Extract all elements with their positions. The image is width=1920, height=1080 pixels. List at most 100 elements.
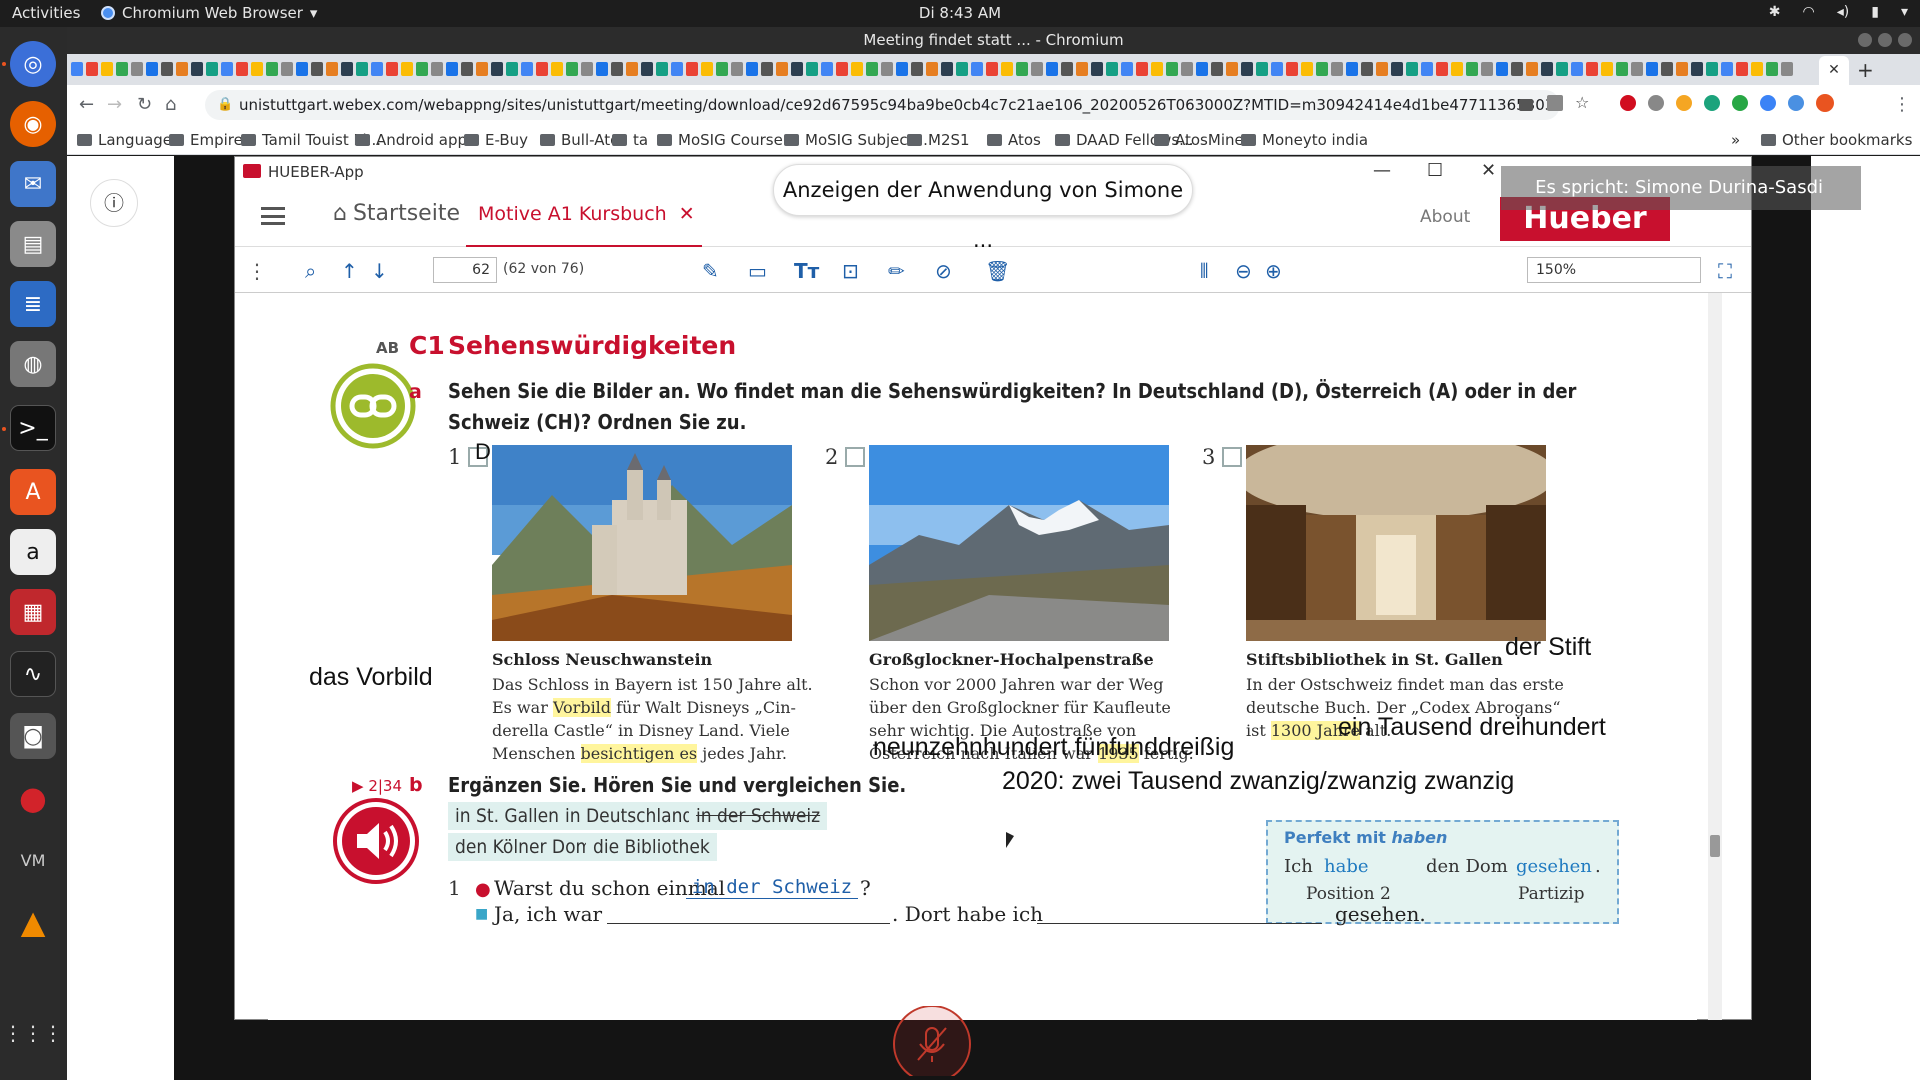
pdf-scrollbar[interactable] [1708,293,1722,1020]
word-chip-used[interactable]: in der Schweiz [689,802,828,830]
tab-favicon[interactable] [1166,62,1178,76]
tab-favicon[interactable] [761,62,773,76]
tab-favicon[interactable] [1136,62,1148,76]
tab-favicon[interactable] [281,62,293,76]
tab-favicon[interactable] [1241,62,1253,76]
tab-favicon[interactable] [1526,62,1538,76]
bookmark-item[interactable]: AtosMine [1154,131,1244,149]
address-bar[interactable]: 🔒 unistuttgart.webex.com/webappng/sites/… [205,90,1560,120]
activities-button[interactable]: Activities [12,4,80,22]
menu-kebab-icon[interactable]: ⋮ [1893,94,1911,115]
tab-favicon[interactable] [1286,62,1298,76]
bookmark-item[interactable]: E-Buy [464,131,528,149]
tab-favicon[interactable] [266,62,278,76]
tab-favicon[interactable] [476,62,488,76]
profile-avatar[interactable] [1816,94,1834,112]
chromium-dock-icon[interactable]: ◎ [10,41,56,87]
tab-favicon[interactable] [386,62,398,76]
zoom-level-input[interactable]: 150% [1527,257,1701,283]
tab-favicon[interactable] [1496,62,1508,76]
tab-favicon[interactable] [851,62,863,76]
minimize-button[interactable]: — [1373,160,1391,181]
tab-favicon[interactable] [1766,62,1778,76]
tab-favicon[interactable] [251,62,263,76]
tab-favicon[interactable] [1181,62,1193,76]
bookmark-item[interactable]: Moneyto india [1241,131,1368,149]
tab-favicon[interactable] [326,62,338,76]
tab-favicon[interactable] [1106,62,1118,76]
more-vertical-icon[interactable]: ⋮ [247,259,267,283]
maximize-button[interactable] [1878,33,1892,47]
tab-favicon[interactable] [71,62,83,76]
tab-favicon[interactable] [1541,62,1553,76]
show-apps-icon[interactable]: ⋮⋮⋮ [3,1010,63,1056]
grammarly-icon[interactable] [1732,95,1748,111]
bookmark-item[interactable]: Atos [987,131,1041,149]
arrow-up-icon[interactable]: ↑ [341,259,358,283]
mute-microphone-icon[interactable] [892,1006,972,1076]
info-icon[interactable]: ⓘ [90,179,138,227]
tab-favicon[interactable] [1271,62,1283,76]
files-icon[interactable]: ▤ [10,221,56,267]
zoom-out-icon[interactable]: ⊖ [1235,259,1252,283]
tab-favicon[interactable] [656,62,668,76]
bookmark-item[interactable]: MoSIG Course... [657,131,797,149]
tab-favicon[interactable] [341,62,353,76]
tab-favicon[interactable] [1556,62,1568,76]
tab-favicon[interactable] [596,62,608,76]
tab-favicon[interactable] [506,62,518,76]
answer-blank[interactable] [1037,923,1322,924]
tab-favicon[interactable] [356,62,368,76]
tab-favicon[interactable] [1571,62,1583,76]
vlc-icon[interactable]: ▲ [10,899,56,945]
tab-favicon[interactable] [881,62,893,76]
word-chip[interactable]: die Bibliothek [586,833,717,861]
back-icon[interactable]: ← [79,94,94,115]
wifi-icon[interactable]: ◠ [1803,4,1815,20]
fullscreen-icon[interactable]: ⛶ [1718,259,1732,283]
thunderbird-icon[interactable]: ✉ [10,161,56,207]
text-box-icon[interactable]: ⊡ [842,259,859,283]
install-icon[interactable] [1519,99,1533,111]
tab-favicon[interactable] [1721,62,1733,76]
tab-favicon[interactable] [956,62,968,76]
extension-icon[interactable] [1704,95,1720,111]
page-number-input[interactable]: 62 [433,257,497,283]
tab-favicon[interactable] [401,62,413,76]
answer-blank-filled[interactable]: in der Schweiz [686,876,858,899]
tab-favicon[interactable] [1361,62,1373,76]
close-button[interactable]: ✕ [1481,160,1496,181]
sharing-notice[interactable]: Anzeigen der Anwendung von Simone ... [773,164,1193,252]
tab-favicon[interactable] [1301,62,1313,76]
tab-favicon[interactable] [1076,62,1088,76]
tab-favicon[interactable] [1661,62,1673,76]
word-chip[interactable]: in Deutschland [558,802,701,830]
bookmark-item[interactable]: M2S1 [907,131,970,149]
tab-favicon[interactable] [1256,62,1268,76]
tab-favicon[interactable] [1346,62,1358,76]
split-view-icon[interactable]: ⫴ [1200,259,1208,283]
tab-favicon[interactable] [731,62,743,76]
window-titlebar[interactable]: Meeting findet statt ... - Chromium [67,27,1920,54]
tab-favicon[interactable] [1121,62,1133,76]
link-icon[interactable] [328,361,418,451]
tab-favicon[interactable] [1436,62,1448,76]
tab-favicon[interactable] [806,62,818,76]
terminal-icon[interactable]: >_ [10,405,56,451]
tab-favicon[interactable] [716,62,728,76]
tab-favicon[interactable] [1061,62,1073,76]
vm-icon[interactable]: VM [10,837,56,883]
app-menu[interactable]: Chromium Web Browser ▾ [101,4,317,22]
volume-icon[interactable]: ◂) [1837,4,1850,20]
pencil-icon[interactable]: ✏ [888,259,905,283]
minimize-button[interactable] [1858,33,1872,47]
tab-favicon[interactable] [1031,62,1043,76]
extension-icon[interactable] [1788,95,1804,111]
more-bookmarks-button[interactable]: » [1731,131,1740,149]
tab-favicon[interactable] [836,62,848,76]
about-link[interactable]: About [1420,207,1470,227]
audio-play-icon[interactable] [331,796,421,886]
hide-annotations-icon[interactable]: ⊘ [935,259,952,283]
tab-favicon[interactable] [131,62,143,76]
tab-favicon[interactable] [1706,62,1718,76]
